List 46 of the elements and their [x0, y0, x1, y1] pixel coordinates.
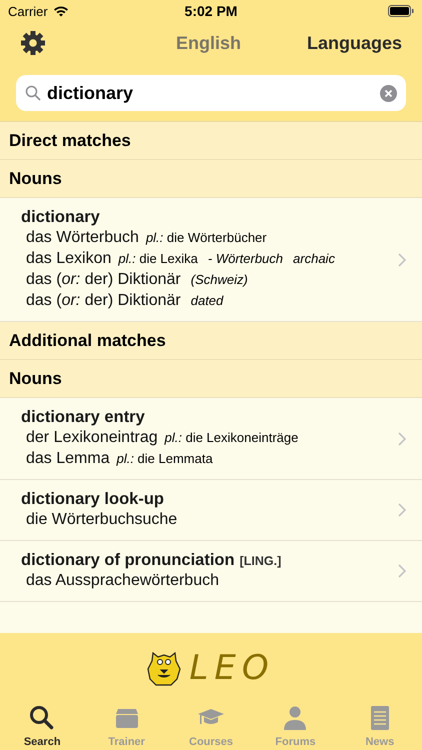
translation: das Lemma	[26, 449, 110, 469]
result-row[interactable]: dictionary entry der Lexikoneintrag pl.: die Lexikoneinträge das Lemma pl.: die Lemmata	[0, 398, 422, 480]
group-header: Nouns	[0, 160, 422, 198]
usage-label: (Schweiz)	[190, 271, 248, 289]
usage-label: archaic	[293, 250, 335, 268]
subject-tag: [LING.]	[240, 554, 282, 568]
status-time: 5:02 PM	[184, 3, 238, 19]
translation: der Lexikoneintrag	[26, 428, 158, 448]
tab-button[interactable]: Search	[0, 704, 84, 748]
search-icon	[25, 85, 41, 101]
search-icon	[28, 704, 56, 732]
carrier-label: Carrier	[8, 4, 48, 18]
translation: das Wörterbuch	[26, 228, 139, 248]
chevron-icon	[398, 564, 406, 578]
logo-text: LEO	[189, 648, 275, 688]
result-row[interactable]: dictionary of pronunciation [LING.] das Aussprachewörterbuch	[0, 541, 422, 602]
wifi-icon	[52, 5, 69, 17]
translation: das Lexikon	[26, 249, 112, 269]
language-title: English	[176, 32, 242, 54]
translation: die Wörterbuchsuche	[26, 510, 178, 530]
usage-label: - Wörterbuch	[208, 250, 284, 268]
headword: dictionary of pronunciation	[21, 551, 235, 570]
translation: das (or: der) Diktionär	[26, 270, 181, 290]
group-header: Nouns	[0, 360, 422, 398]
headword: dictionary entry	[21, 408, 145, 427]
battery-icon	[388, 5, 414, 17]
headword: dictionary	[21, 208, 100, 227]
plural-note: pl.: die Lexikoneinträge	[164, 429, 298, 447]
result-row[interactable]: dictionary look-up die Wörterbuchsuche	[0, 480, 422, 541]
translation: das (or: der) Diktionär	[26, 291, 181, 311]
section-header: Additional matches	[0, 322, 422, 360]
plural-note: pl.: die Wörterbücher	[146, 229, 267, 247]
section-header: Direct matches	[0, 122, 422, 160]
chevron-icon	[398, 252, 406, 266]
clear-icon[interactable]	[380, 84, 397, 102]
usage-label: dated	[190, 292, 224, 310]
plural-note: pl.: die Lexika	[118, 250, 198, 268]
headword: dictionary look-up	[21, 490, 164, 509]
chevron-icon	[398, 503, 406, 517]
tiger-mascot-icon	[147, 649, 182, 687]
search-field[interactable]: dictionary	[16, 75, 406, 111]
settings-icon[interactable]	[20, 30, 46, 56]
languages-button[interactable]: Languages	[306, 32, 402, 54]
translation: das Aussprachewörterbuch	[26, 571, 219, 591]
chevron-icon	[398, 432, 406, 446]
plural-note: pl.: die Lemmata	[116, 450, 213, 468]
